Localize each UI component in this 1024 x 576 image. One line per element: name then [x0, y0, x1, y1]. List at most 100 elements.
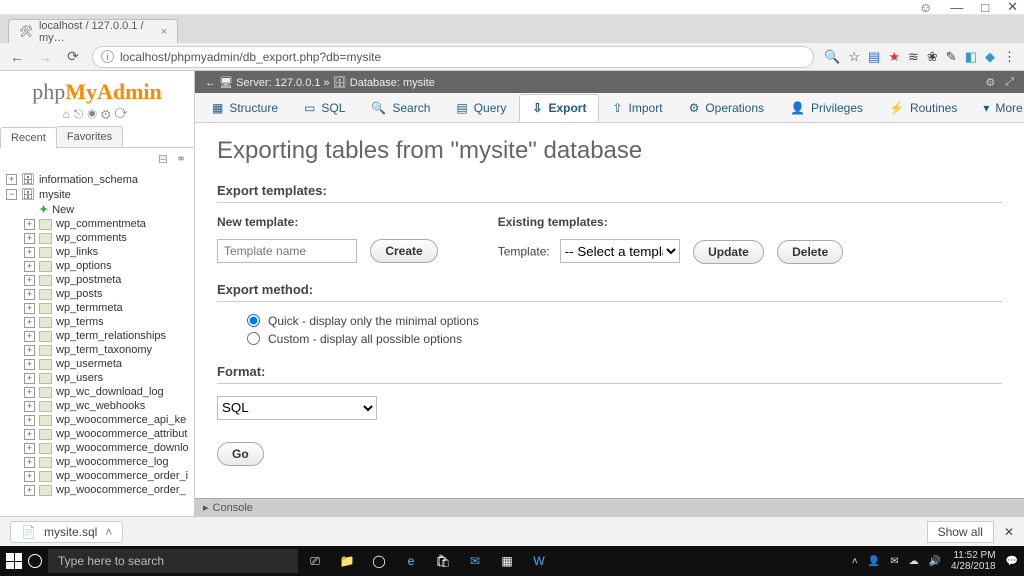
tab-query[interactable]: ▤Query	[443, 94, 519, 122]
delete-button[interactable]: Delete	[777, 240, 843, 264]
table-node[interactable]: +wp_woocommerce_log	[22, 455, 194, 469]
word-icon[interactable]: W	[528, 554, 550, 569]
update-button[interactable]: Update	[693, 240, 764, 264]
notifications-icon[interactable]: 💬	[1006, 556, 1018, 567]
reload-icon[interactable]: ⟳	[115, 107, 132, 121]
taskview-icon[interactable]: ⎚	[304, 554, 326, 569]
tab-structure[interactable]: ▦Structure	[199, 94, 291, 122]
ext-icon[interactable]: ✎	[946, 49, 957, 65]
tab-operations[interactable]: ⚙Operations	[676, 94, 777, 122]
settings-icon[interactable]: ⚙	[101, 107, 115, 121]
tab-sql[interactable]: ▭SQL	[291, 94, 358, 122]
table-node[interactable]: +wp_term_taxonomy	[22, 343, 194, 357]
tab-routines[interactable]: ⚡Routines	[876, 94, 970, 122]
edge-icon[interactable]: e	[400, 554, 422, 569]
go-button[interactable]: Go	[217, 442, 264, 466]
table-node[interactable]: +wp_usermeta	[22, 357, 194, 371]
tab-more[interactable]: ▾More	[970, 94, 1024, 122]
create-button[interactable]: Create	[370, 239, 437, 263]
chrome-icon[interactable]: ◯	[368, 554, 390, 569]
tray-chevron-icon[interactable]: ˄	[852, 556, 858, 567]
db-node[interactable]: − 🗄 mysite	[4, 187, 194, 202]
table-node[interactable]: +wp_term_relationships	[22, 329, 194, 343]
expander-icon[interactable]: +	[24, 345, 35, 356]
table-node[interactable]: +wp_links	[22, 245, 194, 259]
star-icon[interactable]: ☆	[848, 49, 860, 65]
expander-icon[interactable]: +	[24, 219, 35, 230]
expander-icon[interactable]: +	[24, 303, 35, 314]
ext-icon[interactable]: ≋	[908, 49, 919, 65]
table-node[interactable]: +wp_wc_webhooks	[22, 399, 194, 413]
tab-close-icon[interactable]: ×	[161, 26, 167, 38]
table-node[interactable]: +wp_woocommerce_order_i	[22, 469, 194, 483]
download-item[interactable]: 📄 mysite.sql ˄	[10, 521, 123, 543]
close-icon[interactable]: ✕	[1004, 525, 1014, 539]
expander-icon[interactable]: +	[24, 331, 35, 342]
table-node[interactable]: +wp_commentmeta	[22, 217, 194, 231]
home-icon[interactable]: ⌂	[63, 107, 74, 121]
table-node[interactable]: +wp_termmeta	[22, 301, 194, 315]
table-node[interactable]: +wp_woocommerce_downlo	[22, 441, 194, 455]
favorites-tab[interactable]: Favorites	[56, 126, 123, 147]
site-info-icon[interactable]: i	[101, 50, 114, 63]
volume-icon[interactable]: 🔊	[929, 556, 941, 567]
ext-icon[interactable]: ◧	[965, 49, 977, 65]
chevron-up-icon[interactable]: ˄	[105, 525, 112, 539]
outlook-icon[interactable]: ✉	[464, 554, 486, 569]
expander-icon[interactable]: +	[24, 471, 35, 482]
minimize-icon[interactable]: —	[950, 0, 963, 15]
expander-icon[interactable]: +	[6, 174, 17, 185]
ext-icon[interactable]: ★	[888, 49, 900, 65]
expander-icon[interactable]: +	[24, 387, 35, 398]
format-select[interactable]: SQL	[217, 396, 377, 420]
expander-icon[interactable]: +	[24, 233, 35, 244]
ext-icon[interactable]: ❀	[927, 49, 938, 65]
tab-search[interactable]: 🔍Search	[358, 94, 443, 122]
nav-left-icon[interactable]: ←	[205, 77, 216, 89]
app-icon[interactable]: ▦	[496, 554, 518, 569]
tray-icon[interactable]: ✉	[890, 556, 898, 567]
template-select[interactable]: -- Select a template --	[560, 239, 680, 263]
expander-icon[interactable]: +	[24, 415, 35, 426]
gear-icon[interactable]: ⚙	[985, 76, 995, 89]
ext-icon[interactable]: ◆	[985, 49, 995, 65]
cortana-icon[interactable]	[28, 554, 42, 568]
show-all-button[interactable]: Show all	[927, 521, 994, 543]
docs-icon[interactable]: ◉	[87, 107, 101, 121]
tab-export[interactable]: ⇩Export	[519, 94, 599, 122]
page-icon[interactable]: ⤢	[1005, 76, 1014, 89]
new-table[interactable]: ✦ New	[22, 202, 194, 217]
onedrive-icon[interactable]: ☁	[909, 556, 919, 567]
table-node[interactable]: +wp_posts	[22, 287, 194, 301]
start-button[interactable]	[6, 553, 22, 569]
maximize-icon[interactable]: □	[981, 0, 989, 15]
close-window-icon[interactable]: ✕	[1007, 0, 1018, 15]
zoom-icon[interactable]: 🔍	[824, 49, 840, 65]
db-node[interactable]: + 🗄 information_schema	[4, 172, 194, 187]
quick-radio[interactable]	[247, 314, 260, 327]
table-node[interactable]: +wp_woocommerce_attribut	[22, 427, 194, 441]
link-icon[interactable]: ⚭	[176, 152, 186, 166]
expander-icon[interactable]: +	[24, 443, 35, 454]
expander-icon[interactable]: +	[24, 373, 35, 384]
expander-icon[interactable]: +	[24, 261, 35, 272]
recent-tab[interactable]: Recent	[0, 127, 57, 148]
forward-button[interactable]: →	[36, 49, 54, 65]
tab-privileges[interactable]: 👤Privileges	[777, 94, 876, 122]
ext-icon[interactable]: ▤	[868, 49, 880, 65]
template-name-input[interactable]	[217, 239, 357, 263]
table-node[interactable]: +wp_woocommerce_api_ke	[22, 413, 194, 427]
table-node[interactable]: +wp_wc_download_log	[22, 385, 194, 399]
user-icon[interactable]: ☺	[919, 0, 932, 15]
explorer-icon[interactable]: 📁	[336, 554, 358, 569]
store-icon[interactable]: 🛍	[432, 554, 454, 569]
table-node[interactable]: +wp_options	[22, 259, 194, 273]
expander-icon[interactable]: +	[24, 359, 35, 370]
expander-icon[interactable]: +	[24, 275, 35, 286]
breadcrumb-server[interactable]: Server: 127.0.0.1	[236, 77, 320, 89]
people-icon[interactable]: 👤	[868, 556, 880, 567]
expander-icon[interactable]: +	[24, 457, 35, 468]
table-node[interactable]: +wp_terms	[22, 315, 194, 329]
reload-button[interactable]: ⟳	[64, 48, 82, 65]
table-node[interactable]: +wp_users	[22, 371, 194, 385]
